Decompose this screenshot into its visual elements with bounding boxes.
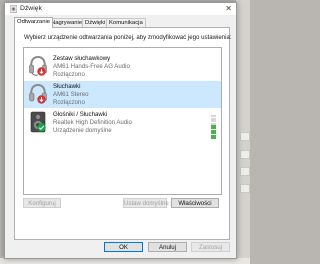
device-status: Urządzenie domyślne	[53, 127, 112, 134]
background-fragment	[240, 167, 250, 176]
device-description: AM61 Hands-Free AG Audio	[53, 63, 130, 70]
volume-level-meter	[211, 115, 216, 139]
level-meter-segment	[211, 117, 216, 120]
default-check-badge-icon	[37, 123, 46, 132]
level-meter-segment	[211, 125, 216, 127]
configure-button[interactable]: Konfiguruj	[23, 198, 61, 208]
background-fragment	[240, 132, 250, 141]
device-name: Głośniki / Słuchawki	[53, 111, 108, 118]
playback-hint: Wybierz urządzenie odtwarzania poniżej, …	[24, 34, 232, 41]
close-icon[interactable]: ✕	[225, 4, 232, 13]
disconnected-badge-icon	[37, 95, 46, 104]
device-name: Słuchawki	[53, 83, 81, 90]
playback-panel: Wybierz urządzenie odtwarzania poniżej, …	[14, 27, 232, 240]
device-list[interactable]: Zestaw słuchawkowy AM61 Hands-Free AG Au…	[23, 47, 222, 195]
device-status: Rozłączono	[53, 99, 85, 106]
set-default-label: Ustaw domyślne	[124, 200, 169, 207]
tab-playback[interactable]: Odtwarzanie	[14, 17, 54, 28]
sound-dialog: Dźwięk ✕ Odtwarzanie Nagrywanie Dźwięki …	[4, 2, 237, 259]
level-meter-segment	[211, 127, 216, 130]
device-description: AM61 Stereo	[53, 91, 89, 98]
level-meter-segment	[211, 134, 216, 137]
level-meter-segment	[211, 129, 216, 132]
device-item-speakers[interactable]: Głośniki / Słuchawki Realtek High Defini…	[24, 109, 221, 139]
title-bar[interactable]: Dźwięk ✕	[5, 3, 236, 15]
device-status: Rozłączono	[53, 71, 85, 78]
apply-button[interactable]: Zastosuj	[191, 242, 230, 252]
device-item-headset[interactable]: Zestaw słuchawkowy AM61 Hands-Free AG Au…	[24, 53, 221, 80]
window-title: Dźwięk	[20, 5, 42, 12]
set-default-button[interactable]: Ustaw domyślne | ▾	[123, 198, 176, 208]
properties-button[interactable]: Właściwości	[171, 198, 219, 208]
background-fragment	[240, 184, 250, 193]
level-meter-segment	[211, 120, 216, 123]
ok-button[interactable]: OK	[104, 242, 143, 252]
level-meter-segment	[211, 132, 216, 135]
speaker-title-icon	[10, 5, 17, 13]
disconnected-badge-icon	[37, 67, 46, 76]
level-meter-segment	[211, 122, 216, 125]
device-name: Zestaw słuchawkowy	[53, 55, 111, 62]
background-fragment	[240, 150, 250, 159]
level-meter-segment	[211, 137, 216, 139]
device-description: Realtek High Definition Audio	[53, 119, 132, 126]
device-item-headphones[interactable]: Słuchawki AM61 Stereo Rozłączono	[24, 81, 221, 108]
cancel-button[interactable]: Anuluj	[148, 242, 187, 252]
level-meter-segment	[211, 115, 216, 118]
